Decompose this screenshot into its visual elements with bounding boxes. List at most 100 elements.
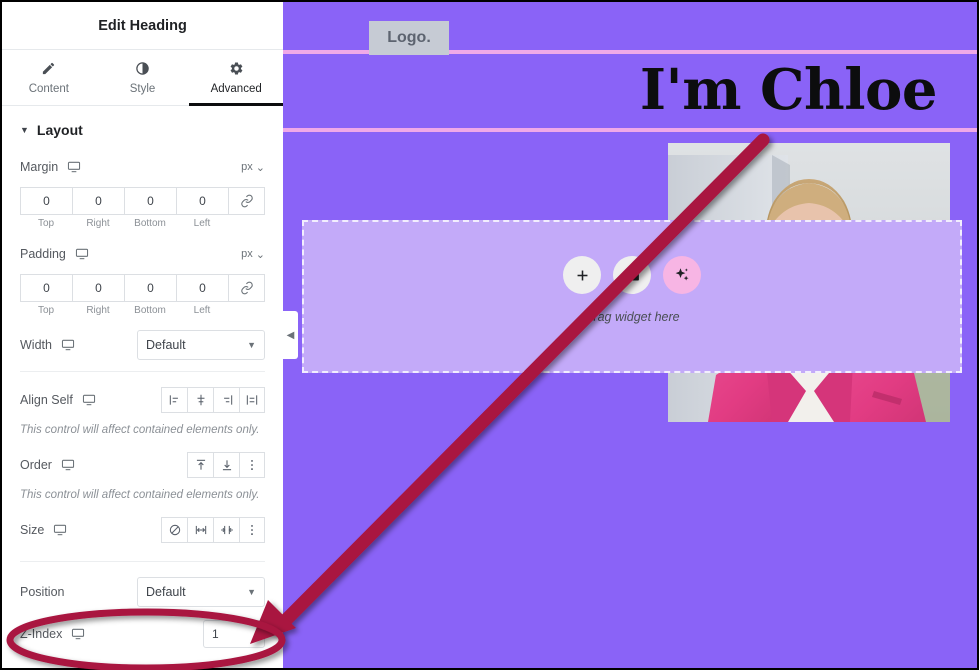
pencil-icon <box>41 61 56 77</box>
z-index-control: Z-Index <box>2 609 283 651</box>
align-start-icon[interactable] <box>161 387 187 413</box>
ai-sparkle-icon[interactable] <box>663 256 701 294</box>
tab-advanced[interactable]: Advanced <box>189 50 283 106</box>
z-index-label: Z-Index <box>20 627 63 641</box>
padding-link-icon[interactable] <box>228 274 265 302</box>
position-select[interactable]: Default ▼ <box>137 577 265 607</box>
desktop-icon[interactable] <box>61 458 75 472</box>
widget-dropzone[interactable]: Drag widget here <box>302 220 962 373</box>
padding-label: Padding <box>20 247 66 261</box>
width-control: Width Default ▼ <box>2 318 283 362</box>
chevron-left-icon: ◀ <box>286 329 295 341</box>
margin-top-label: Top <box>37 218 55 229</box>
tab-style-label: Style <box>129 82 156 95</box>
contrast-icon <box>135 61 150 77</box>
gear-icon <box>229 61 244 77</box>
margin-unit-label: px <box>241 161 253 173</box>
size-control: Size <box>2 505 283 547</box>
margin-right-input[interactable] <box>72 187 124 215</box>
padding-right-input[interactable] <box>72 274 124 302</box>
none-icon[interactable] <box>161 517 187 543</box>
margin-label: Margin <box>20 160 59 174</box>
width-select[interactable]: Default ▼ <box>137 330 265 360</box>
padding-left-label: Left <box>193 305 211 316</box>
order-control: Order <box>2 440 283 482</box>
desktop-icon[interactable] <box>75 247 89 261</box>
position-value: Default <box>146 585 186 599</box>
margin-top-input[interactable] <box>20 187 72 215</box>
margin-inputs <box>20 187 265 215</box>
folder-icon[interactable] <box>613 256 651 294</box>
page-canvas: Logo. I'm Chloe Drag widget here <box>283 2 977 668</box>
page-heading[interactable]: I'm Chloe <box>640 57 938 123</box>
padding-unit-label: px <box>241 248 253 260</box>
site-logo[interactable]: Logo. <box>369 21 449 55</box>
position-control: Position Default ▼ <box>2 571 283 609</box>
padding-right-label: Right <box>86 305 110 316</box>
more-options-icon[interactable] <box>239 452 265 478</box>
align-self-label: Align Self <box>20 393 73 407</box>
dropzone-buttons <box>304 256 960 294</box>
chevron-down-icon: ⌄ <box>255 248 265 261</box>
desktop-icon[interactable] <box>53 523 67 537</box>
margin-control: Margin px ⌄ Top <box>2 148 283 231</box>
align-end-icon[interactable] <box>213 387 239 413</box>
order-end-icon[interactable] <box>213 452 239 478</box>
panel-title: Edit Heading <box>2 2 283 50</box>
margin-left-label: Left <box>193 218 211 229</box>
padding-top-label: Top <box>37 305 55 316</box>
chevron-down-icon: ▼ <box>247 340 256 350</box>
add-widget-icon[interactable] <box>563 256 601 294</box>
chevron-down-icon: ▼ <box>247 587 256 597</box>
padding-left-input[interactable] <box>176 274 228 302</box>
width-label: Width <box>20 338 52 352</box>
padding-unit-select[interactable]: px ⌄ <box>241 248 265 261</box>
section-layout-label: Layout <box>36 122 83 138</box>
padding-inputs <box>20 274 265 302</box>
chevron-down-icon: ⌄ <box>255 161 265 174</box>
order-hint: This control will affect contained eleme… <box>20 489 260 501</box>
shrink-icon[interactable] <box>213 517 239 543</box>
align-center-icon[interactable] <box>187 387 213 413</box>
panel-collapse-handle[interactable]: ◀ <box>283 311 298 359</box>
margin-unit-select[interactable]: px ⌄ <box>241 161 265 174</box>
desktop-icon[interactable] <box>71 627 85 641</box>
padding-bottom-label: Bottom <box>134 305 166 316</box>
align-self-hint: This control will affect contained eleme… <box>20 424 260 436</box>
tab-content[interactable]: Content <box>2 50 96 105</box>
tab-content-label: Content <box>28 82 69 95</box>
width-value: Default <box>146 338 186 352</box>
align-self-control: Align Self <box>2 381 283 417</box>
margin-left-input[interactable] <box>176 187 228 215</box>
size-buttons <box>161 517 265 543</box>
desktop-icon[interactable] <box>67 160 81 174</box>
editor-panel: Edit Heading Content Style Advanced ▼ La… <box>2 2 283 668</box>
drag-widget-text: Drag widget here <box>584 310 680 324</box>
z-index-input[interactable] <box>203 620 265 648</box>
padding-side-labels: Top Right Bottom Left <box>20 305 265 316</box>
section-layout-header[interactable]: ▼ Layout <box>2 106 283 148</box>
padding-bottom-input[interactable] <box>124 274 176 302</box>
panel-tabs: Content Style Advanced <box>2 50 283 106</box>
divider <box>20 371 265 372</box>
more-options-icon[interactable] <box>239 517 265 543</box>
position-label: Position <box>20 585 65 599</box>
divider <box>20 561 265 562</box>
order-start-icon[interactable] <box>187 452 213 478</box>
desktop-icon[interactable] <box>61 338 75 352</box>
margin-link-icon[interactable] <box>228 187 265 215</box>
desktop-icon[interactable] <box>82 393 96 407</box>
grow-icon[interactable] <box>187 517 213 543</box>
margin-side-labels: Top Right Bottom Left <box>20 218 265 229</box>
order-label: Order <box>20 458 52 472</box>
tab-advanced-label: Advanced <box>210 82 262 95</box>
align-stretch-icon[interactable] <box>239 387 265 413</box>
padding-control: Padding px ⌄ Top <box>2 231 283 318</box>
order-buttons <box>187 452 265 478</box>
margin-right-label: Right <box>86 218 110 229</box>
divider-line-mid <box>283 128 977 132</box>
padding-top-input[interactable] <box>20 274 72 302</box>
caret-down-icon: ▼ <box>20 125 29 135</box>
tab-style[interactable]: Style <box>96 50 190 105</box>
margin-bottom-input[interactable] <box>124 187 176 215</box>
